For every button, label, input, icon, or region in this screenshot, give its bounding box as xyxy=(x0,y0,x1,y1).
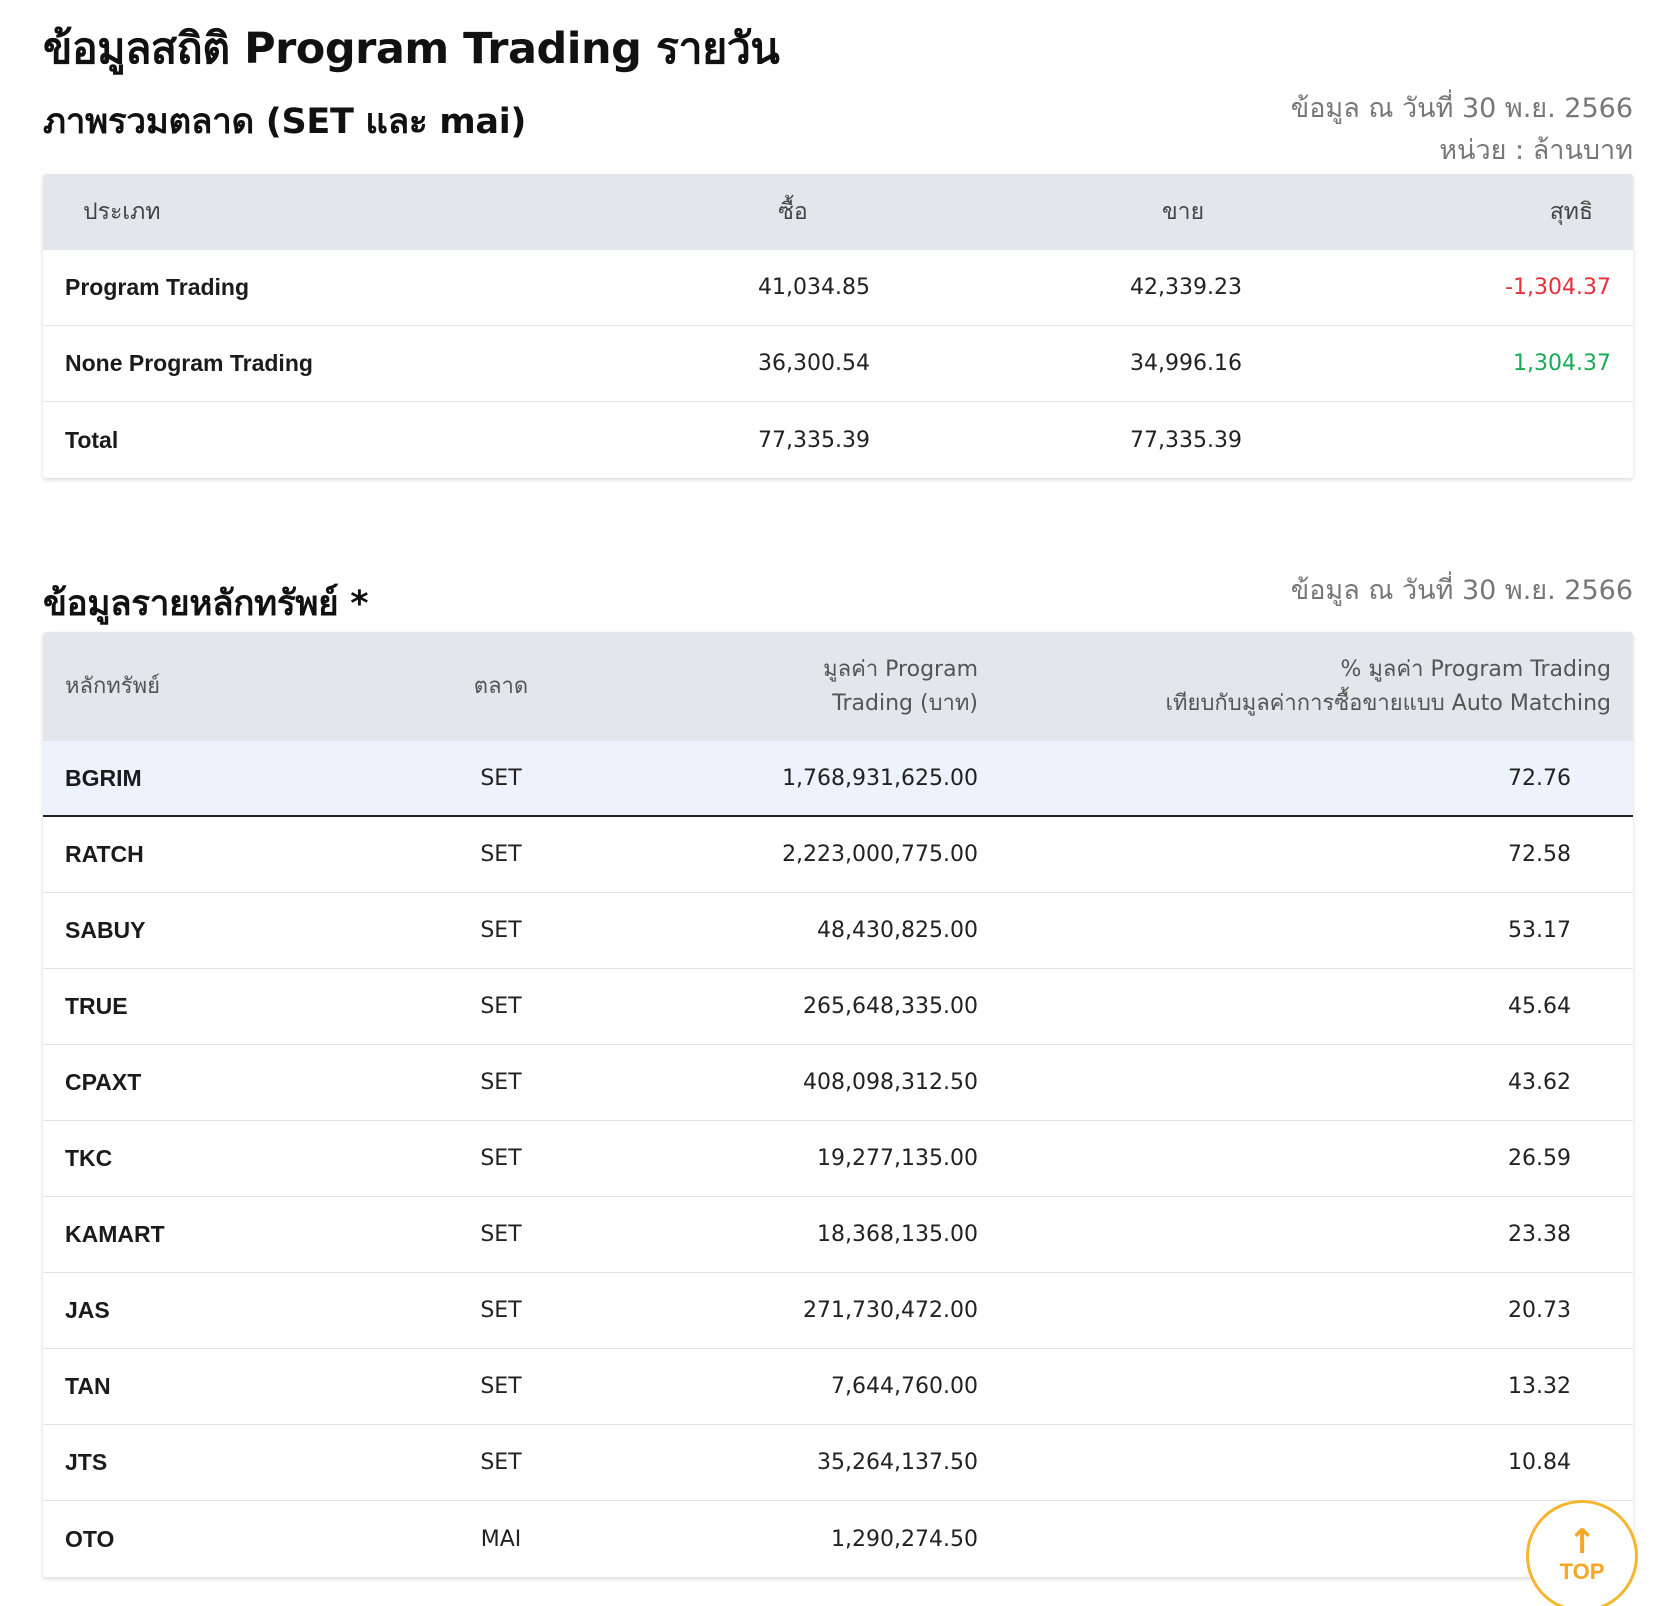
stock-pt-value: 7,644,760.00 xyxy=(831,1374,978,1399)
stock-pt-value: 48,430,825.00 xyxy=(817,918,978,943)
stock-pt-value: 265,648,335.00 xyxy=(803,994,978,1019)
stock-market: SET xyxy=(480,918,522,943)
summary-row-buy: 41,034.85 xyxy=(758,275,870,300)
stocks-header-pct-line1: % มูลค่า Program Trading xyxy=(1340,656,1611,682)
stock-symbol[interactable]: JAS xyxy=(65,1273,110,1348)
stocks-header-market: ตลาด xyxy=(473,673,529,699)
stock-row[interactable]: TAN SET 7,644,760.00 13.32 xyxy=(43,1349,1633,1425)
summary-meta: ข้อมูล ณ วันที่ 30 พ.ย. 2566 หน่วย : ล้า… xyxy=(1291,88,1633,172)
summary-row: Total 77,335.39 77,335.39 xyxy=(43,402,1633,478)
stocks-table-header: หลักทรัพย์ ตลาด มูลค่า Program Trading (… xyxy=(43,632,1633,741)
stock-symbol[interactable]: BGRIM xyxy=(65,741,142,815)
stock-row[interactable]: JAS SET 271,730,472.00 20.73 xyxy=(43,1273,1633,1349)
stocks-header-value-line2: Trading (บาท) xyxy=(832,690,978,716)
stock-pt-percent: 53.17 xyxy=(1508,918,1571,943)
page-title: ข้อมูลสถิติ Program Trading รายวัน xyxy=(43,24,780,74)
stock-pt-value: 35,264,137.50 xyxy=(817,1450,978,1475)
stock-symbol[interactable]: CPAXT xyxy=(65,1045,141,1120)
summary-table-header: ประเภท ซื้อ ขาย สุทธิ xyxy=(43,174,1633,250)
stock-row[interactable]: KAMART SET 18,368,135.00 23.38 xyxy=(43,1197,1633,1273)
stock-pt-value: 271,730,472.00 xyxy=(803,1298,978,1323)
stocks-header-value-line1: มูลค่า Program xyxy=(823,656,978,682)
summary-title: ภาพรวมตลาด (SET และ mai) xyxy=(43,102,527,142)
stocks-header-pct: % มูลค่า Program Trading เทียบกับมูลค่าก… xyxy=(1166,632,1611,741)
stock-market: SET xyxy=(480,1374,522,1399)
summary-row: Program Trading 41,034.85 42,339.23 -1,304.… xyxy=(43,250,1633,326)
stock-row[interactable]: TRUE SET 265,648,335.00 45.64 xyxy=(43,969,1633,1045)
stock-pt-percent: 10.84 xyxy=(1508,1450,1571,1475)
stock-market: SET xyxy=(480,1222,522,1247)
stock-pt-percent: 45.64 xyxy=(1508,994,1571,1019)
stocks-table-body: BGRIM SET 1,768,931,625.00 72.76 RATCH SET 2,2… xyxy=(43,741,1633,1577)
stock-row[interactable]: OTO MAI 1,290,274.50 xyxy=(43,1501,1633,1577)
stock-market: SET xyxy=(480,1298,522,1323)
stock-pt-value: 18,368,135.00 xyxy=(817,1222,978,1247)
stock-symbol[interactable]: OTO xyxy=(65,1501,114,1577)
stock-market: SET xyxy=(480,994,522,1019)
summary-row-net: -1,304.37 xyxy=(1505,275,1611,300)
stock-symbol[interactable]: TKC xyxy=(65,1121,112,1196)
stocks-date: ข้อมูล ณ วันที่ 30 พ.ย. 2566 xyxy=(1290,575,1633,606)
stock-row[interactable]: SABUY SET 48,430,825.00 53.17 xyxy=(43,893,1633,969)
stock-pt-percent: 13.32 xyxy=(1508,1374,1571,1399)
summary-header-net: สุทธิ xyxy=(1549,199,1593,225)
stock-market: SET xyxy=(480,1450,522,1475)
stock-pt-value: 1,290,274.50 xyxy=(831,1526,978,1552)
stock-row[interactable]: JTS SET 35,264,137.50 10.84 xyxy=(43,1425,1633,1501)
summary-table-body: Program Trading 41,034.85 42,339.23 -1,304.… xyxy=(43,250,1633,478)
stock-pt-percent: 72.58 xyxy=(1508,842,1571,867)
stock-market: SET xyxy=(480,765,522,791)
summary-date: ข้อมูล ณ วันที่ 30 พ.ย. 2566 xyxy=(1290,93,1633,124)
stocks-title: ข้อมูลรายหลักทรัพย์ * xyxy=(43,584,369,624)
scroll-top-button[interactable]: ↑ TOP xyxy=(1526,1500,1638,1606)
stock-row[interactable]: RATCH SET 2,223,000,775.00 72.58 xyxy=(43,817,1633,893)
stock-pt-percent: 26.59 xyxy=(1508,1146,1571,1171)
stock-pt-percent: 72.76 xyxy=(1508,765,1571,791)
stock-pt-percent: 43.62 xyxy=(1508,1070,1571,1095)
summary-row-sell: 77,335.39 xyxy=(1130,427,1242,453)
stock-symbol[interactable]: KAMART xyxy=(65,1197,165,1272)
stocks-header-pct-line2: เทียบกับมูลค่าการซื้อขายแบบ Auto Matchin… xyxy=(1165,690,1611,716)
summary-row-buy: 77,335.39 xyxy=(758,427,870,453)
summary-row-name: Program Trading xyxy=(65,274,250,300)
summary-row: None Program Trading 36,300.54 34,996.16 1,… xyxy=(43,326,1633,402)
stock-symbol[interactable]: RATCH xyxy=(65,817,144,892)
stock-symbol[interactable]: JTS xyxy=(65,1425,107,1500)
summary-header-buy: ซื้อ xyxy=(778,199,808,225)
stock-pt-percent: 23.38 xyxy=(1508,1222,1571,1247)
stock-pt-value: 1,768,931,625.00 xyxy=(782,765,978,791)
summary-row-name: Total xyxy=(65,426,119,453)
stock-market: SET xyxy=(480,1070,522,1095)
stock-row[interactable]: TKC SET 19,277,135.00 26.59 xyxy=(43,1121,1633,1197)
scroll-top-label: TOP xyxy=(1559,1559,1605,1584)
stock-market: SET xyxy=(480,1146,522,1171)
stocks-table: หลักทรัพย์ ตลาด มูลค่า Program Trading (… xyxy=(43,632,1633,1577)
stock-symbol[interactable]: SABUY xyxy=(65,893,146,968)
stock-market: MAI xyxy=(480,1526,522,1552)
stock-pt-value: 19,277,135.00 xyxy=(817,1146,978,1171)
summary-unit: หน่วย : ล้านบาท xyxy=(1439,135,1633,166)
stocks-header-symbol: หลักทรัพย์ xyxy=(65,673,161,699)
stock-row[interactable]: CPAXT SET 408,098,312.50 43.62 xyxy=(43,1045,1633,1121)
stock-pt-value: 2,223,000,775.00 xyxy=(782,842,978,867)
arrow-up-icon: ↑ xyxy=(1567,1522,1597,1562)
summary-row-sell: 42,339.23 xyxy=(1130,275,1242,300)
summary-table: ประเภท ซื้อ ขาย สุทธิ Program Trading 41,… xyxy=(43,174,1633,478)
stock-pt-value: 408,098,312.50 xyxy=(803,1070,978,1095)
stock-row[interactable]: BGRIM SET 1,768,931,625.00 72.76 xyxy=(43,741,1633,817)
summary-row-buy: 36,300.54 xyxy=(758,351,870,376)
summary-row-net: 1,304.37 xyxy=(1513,351,1611,376)
stock-pt-percent: 20.73 xyxy=(1508,1298,1571,1323)
stock-market: SET xyxy=(480,842,522,867)
stock-symbol[interactable]: TRUE xyxy=(65,969,128,1044)
stocks-header-value: มูลค่า Program Trading (บาท) xyxy=(823,632,978,741)
summary-row-name: None Program Trading xyxy=(65,350,313,376)
stock-symbol[interactable]: TAN xyxy=(65,1349,111,1424)
summary-row-sell: 34,996.16 xyxy=(1130,351,1242,376)
summary-header-sell: ขาย xyxy=(1161,199,1205,225)
